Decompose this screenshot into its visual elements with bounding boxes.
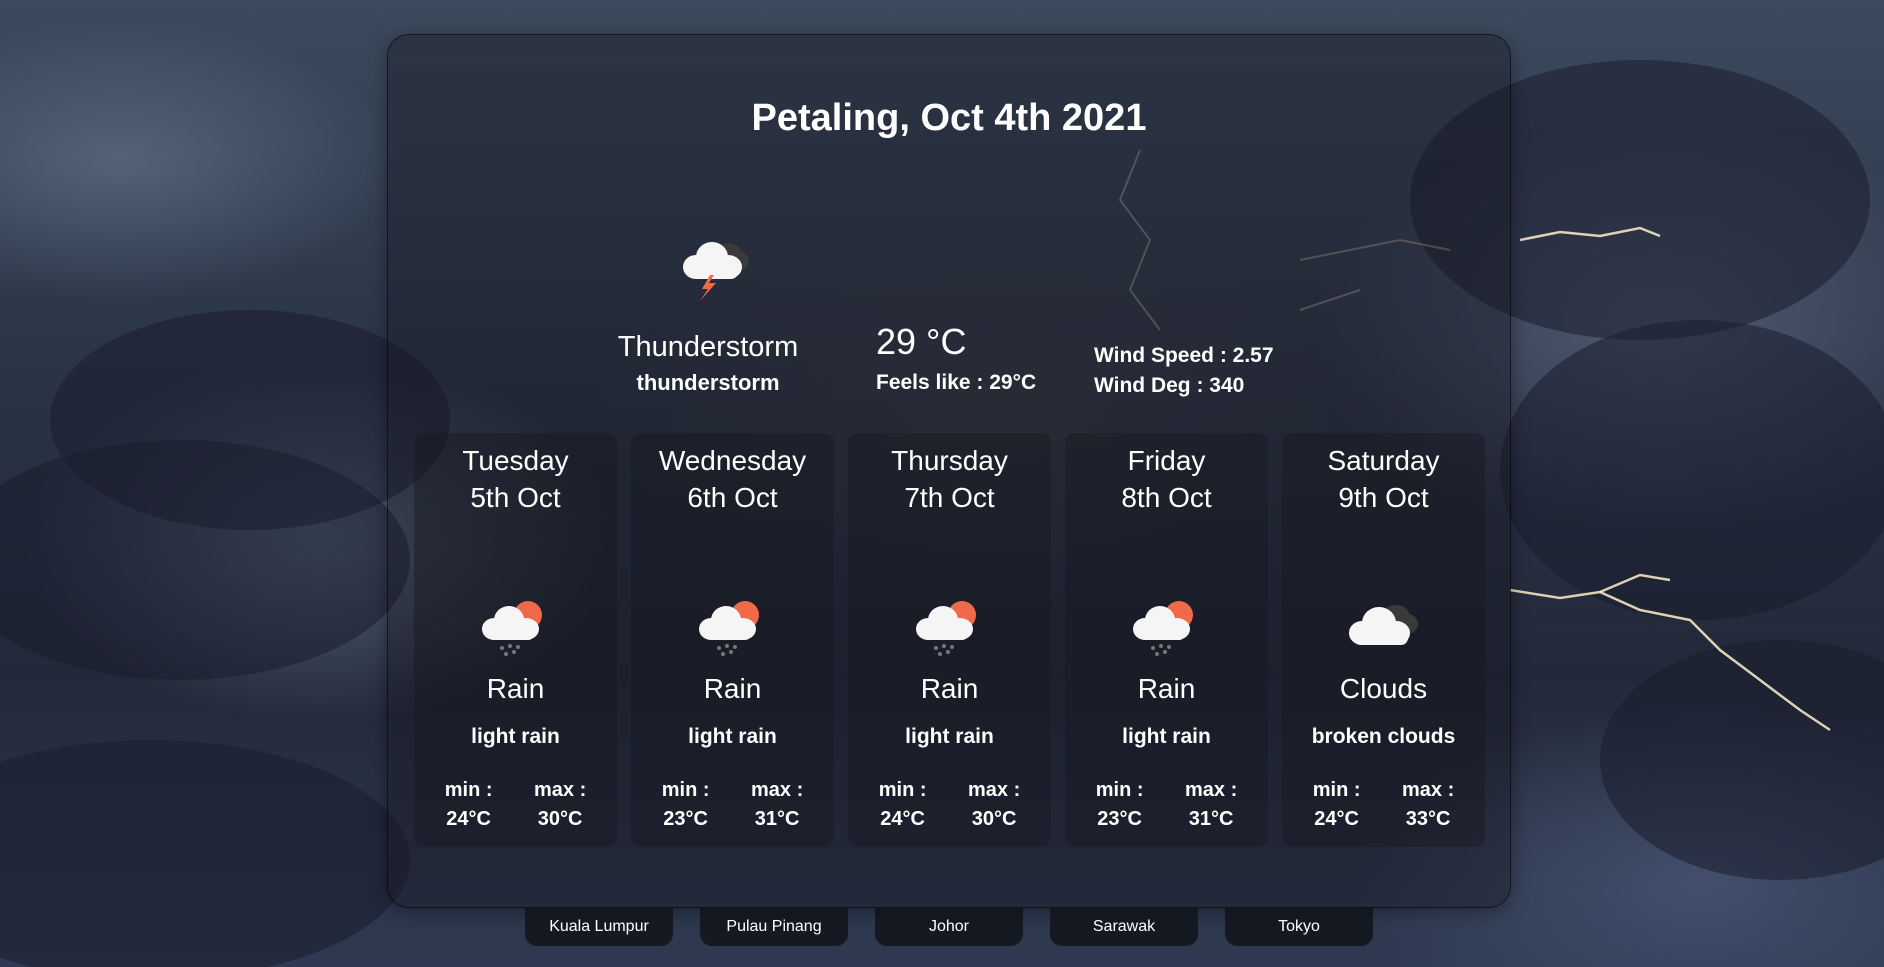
forecast-main: Rain (1137, 673, 1196, 704)
forecast-day: Thursday (891, 445, 1008, 476)
max-value: 30°C (971, 808, 1017, 830)
forecast-date: 8th Oct (1121, 482, 1212, 513)
city-tab-tokyo[interactable]: Tokyo (1225, 908, 1373, 946)
min-value: 23°C (663, 808, 708, 830)
forecast-date: 9th Oct (1338, 482, 1429, 513)
forecast-card: Friday 8th Oct Rain light rain min : 23°C… (1065, 433, 1268, 847)
max-value: 33°C (1405, 808, 1451, 830)
weather-panel: Petaling, Oct 4th 2021 Thunderstorm thun… (387, 34, 1511, 908)
forecast-day: Saturday (1327, 445, 1440, 476)
forecast-card: Tuesday 5th Oct Rain light rain min : 24°… (414, 433, 617, 847)
max-label: max : (1402, 779, 1455, 801)
max-label: max : (968, 779, 1021, 801)
forecast-date: 7th Oct (904, 482, 995, 513)
forecast-day: Tuesday (462, 445, 569, 476)
broken-clouds-icon (1344, 593, 1424, 663)
forecast-description: light rain (471, 725, 560, 748)
forecast-min: min : 23°C (1096, 776, 1144, 834)
forecast-main: Rain (703, 673, 762, 704)
city-tab-pulau-pinang[interactable]: Pulau Pinang (700, 908, 848, 946)
max-value: 31°C (1188, 808, 1234, 830)
current-main-label: Thunderstorm (617, 331, 799, 363)
city-tab-johor[interactable]: Johor (875, 908, 1023, 946)
forecast-day: Friday (1127, 445, 1206, 476)
forecast-min: min : 24°C (879, 776, 927, 834)
forecast-main: Rain (486, 673, 545, 704)
city-tab-sarawak[interactable]: Sarawak (1050, 908, 1198, 946)
wind-block: Wind Speed : 2.57 Wind Deg : 340 (1094, 341, 1274, 401)
forecast-description: light rain (688, 725, 777, 748)
min-value: 24°C (880, 808, 925, 830)
forecast-main: Rain (920, 673, 979, 704)
forecast-minmax: min : 23°C max : 31°C (1065, 776, 1268, 834)
forecast-minmax: min : 24°C max : 33°C (1282, 776, 1485, 834)
min-label: min : (1312, 779, 1361, 801)
max-value: 31°C (754, 808, 800, 830)
forecast-max: max : 31°C (751, 776, 803, 834)
min-label: min : (661, 779, 710, 801)
city-tab-kuala-lumpur[interactable]: Kuala Lumpur (525, 908, 673, 946)
forecast-card: Saturday 9th Oct Clouds broken clouds mi… (1282, 433, 1485, 847)
max-label: max : (534, 779, 587, 801)
forecast-main: Clouds (1339, 673, 1428, 704)
page-title: Petaling, Oct 4th 2021 (751, 97, 1147, 139)
min-label: min : (444, 779, 493, 801)
forecast-minmax: min : 24°C max : 30°C (414, 776, 617, 834)
min-value: 24°C (446, 808, 491, 830)
forecast-date: 5th Oct (470, 482, 561, 513)
forecast-max: max : 33°C (1402, 776, 1454, 834)
max-label: max : (1185, 779, 1238, 801)
forecast-list: Tuesday 5th Oct Rain light rain min : 24°… (414, 433, 1485, 847)
feels-like: Feels like : 29°C (876, 371, 1037, 394)
wind-degree: Wind Deg : 340 (1094, 374, 1245, 397)
forecast-minmax: min : 24°C max : 30°C (848, 776, 1051, 834)
forecast-card: Thursday 7th Oct Rain light rain min : 24… (848, 433, 1051, 847)
min-value: 24°C (1314, 808, 1359, 830)
forecast-date: 6th Oct (687, 482, 778, 513)
forecast-minmax: min : 23°C max : 31°C (631, 776, 834, 834)
forecast-day: Wednesday (658, 445, 807, 476)
rain-sun-icon (693, 593, 773, 663)
current-temperature-block: 29 °C Feels like : 29°C (876, 321, 1036, 395)
forecast-min: min : 23°C (662, 776, 710, 834)
max-label: max : (751, 779, 804, 801)
forecast-min: min : 24°C (1313, 776, 1361, 834)
current-temperature: 29 °C (876, 321, 967, 362)
forecast-description: light rain (1122, 725, 1211, 748)
forecast-max: max : 30°C (534, 776, 586, 834)
max-value: 30°C (537, 808, 583, 830)
min-label: min : (878, 779, 927, 801)
forecast-max: max : 31°C (1185, 776, 1237, 834)
min-value: 23°C (1097, 808, 1142, 830)
forecast-description: light rain (905, 725, 994, 748)
forecast-max: max : 30°C (968, 776, 1020, 834)
rain-sun-icon (910, 593, 990, 663)
current-description: thunderstorm (636, 370, 780, 395)
thunderstorm-icon (676, 231, 756, 301)
rain-sun-icon (476, 593, 556, 663)
forecast-min: min : 24°C (445, 776, 493, 834)
forecast-card: Wednesday 6th Oct Rain light rain min : 2… (631, 433, 834, 847)
forecast-description: broken clouds (1311, 725, 1456, 748)
current-condition: Thunderstorm thunderstorm (606, 331, 810, 396)
rain-sun-icon (1127, 593, 1207, 663)
wind-speed: Wind Speed : 2.57 (1094, 344, 1274, 367)
min-label: min : (1095, 779, 1144, 801)
city-tabs: Kuala Lumpur Pulau Pinang Johor Sarawak … (525, 908, 1373, 946)
